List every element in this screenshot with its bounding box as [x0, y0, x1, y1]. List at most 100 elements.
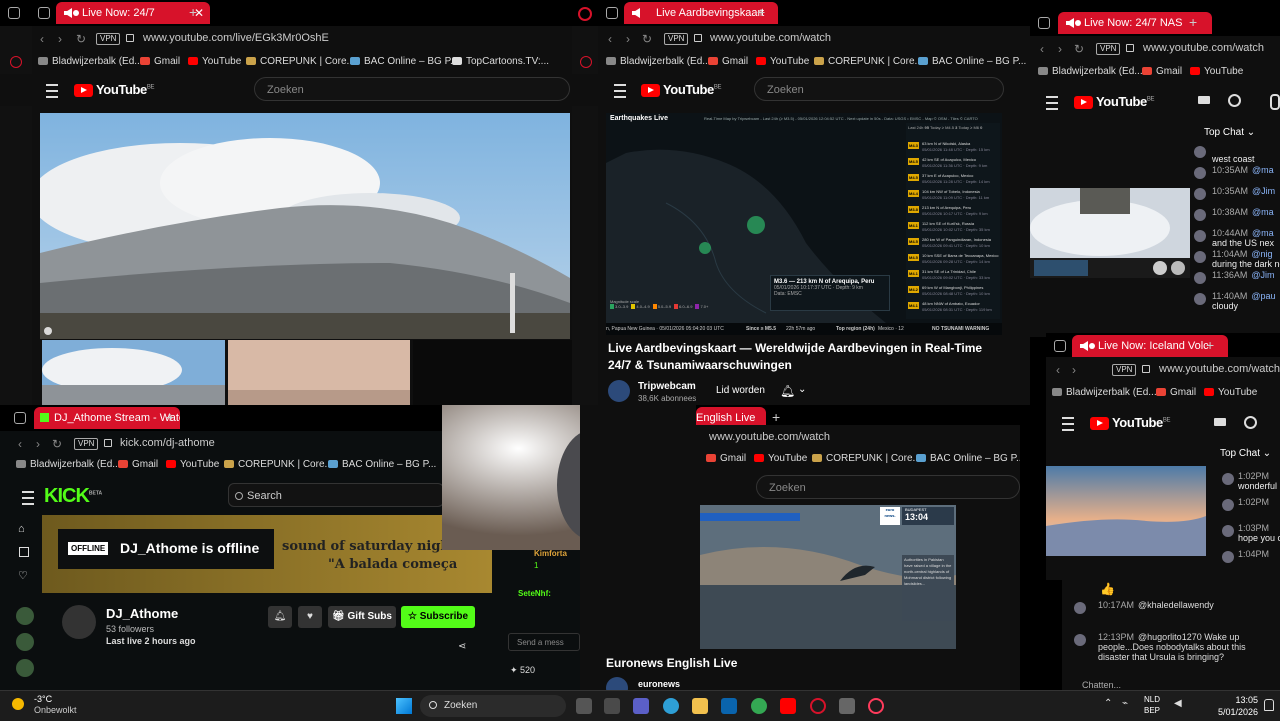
tabs-icon[interactable] — [38, 7, 50, 19]
etna-video[interactable] — [40, 113, 570, 339]
bookmark-1[interactable]: YouTube — [754, 453, 807, 464]
youtube-logo[interactable]: YouTubeBE — [1090, 415, 1171, 431]
notify-button[interactable]: 🔔︎ — [268, 606, 292, 628]
chat-user[interactable]: @pau — [1251, 291, 1275, 301]
notification-icon[interactable] — [1264, 699, 1274, 711]
chat-user[interactable]: @ma — [1252, 228, 1274, 238]
back-icon[interactable]: ‹ — [608, 32, 612, 46]
forward-icon[interactable]: › — [36, 437, 40, 451]
chat-avatar[interactable] — [1222, 551, 1234, 563]
chat-avatar[interactable] — [1194, 251, 1206, 263]
chat-avatar[interactable] — [1194, 293, 1206, 305]
kick-logo[interactable]: KICKBETA — [44, 485, 102, 508]
youtube-logo[interactable]: YouTubeBE — [74, 82, 155, 98]
back-icon[interactable]: ‹ — [1056, 363, 1060, 377]
chat-avatar[interactable] — [1222, 499, 1234, 511]
chevron-down-icon[interactable]: ⌄ — [798, 384, 806, 395]
points-value[interactable]: ✦ 520 — [510, 665, 535, 676]
tab-kick-stream[interactable]: DJ_Athome Stream - Watc — [34, 407, 180, 429]
bookmark-3[interactable]: COREPUNK | Core... — [246, 56, 355, 67]
search-icon[interactable] — [1244, 416, 1257, 429]
reload-icon[interactable]: ↻ — [52, 437, 62, 451]
quake-list-item[interactable]: M4.4 104 km NW of Tobelo, Indonesia 05/01/… — [906, 187, 1000, 203]
gift-subs-button[interactable]: 🎁︎ Gift Subs — [328, 606, 396, 628]
opera-icon[interactable] — [578, 7, 592, 21]
bookmark-2[interactable]: YouTube — [188, 56, 241, 67]
reload-icon[interactable]: ↻ — [642, 32, 652, 46]
youtube-logo[interactable]: YouTubeBE — [1074, 94, 1155, 110]
bookmark-1[interactable]: Gmail — [118, 459, 158, 470]
youtube-icon[interactable] — [780, 698, 796, 714]
browse-icon[interactable] — [19, 547, 29, 557]
window-icon[interactable] — [8, 7, 20, 19]
bookmark-1[interactable]: Gmail — [708, 56, 748, 67]
share-icon[interactable]: ⋖ — [458, 641, 466, 652]
bookmark-0[interactable]: Bladwijzerbalk (Ed... — [1052, 387, 1157, 398]
bookmark-0[interactable]: Bladwijzerbalk (Ed... — [606, 56, 711, 67]
chat-user[interactable]: @ma — [1252, 207, 1274, 217]
bookmark-3[interactable]: COREPUNK | Core... — [814, 56, 923, 67]
url-text[interactable]: www.youtube.com/watch — [1143, 42, 1264, 54]
language-indicator[interactable]: NLD BEP — [1144, 694, 1160, 716]
forward-icon[interactable]: › — [1058, 42, 1062, 56]
bookmark-0[interactable]: Gmail — [706, 453, 746, 464]
bookmark-4[interactable]: BAC Online – BG P... — [350, 56, 458, 67]
top-chat-label[interactable]: Top Chat ⌄ — [1204, 127, 1255, 138]
streamer-name[interactable]: DJ_Athome — [106, 606, 178, 621]
opera-gx-icon[interactable] — [868, 698, 884, 714]
bookmark-1[interactable]: Gmail — [1142, 66, 1182, 77]
bookmark-2[interactable]: YouTube — [1204, 387, 1257, 398]
thumbnail-2[interactable] — [228, 340, 410, 405]
taskbar-search[interactable]: Zoeken — [420, 695, 566, 717]
chrome-icon[interactable] — [751, 698, 767, 714]
quake-list-item[interactable]: M4.1 31 km SE of La Trinidad, Chile 05/01/… — [906, 267, 1000, 283]
top-chat-label[interactable]: Top Chat ⌄ — [1220, 448, 1271, 459]
bookmark-4[interactable]: BAC Online – BG P... — [918, 56, 1026, 67]
chat-avatar[interactable] — [1222, 473, 1234, 485]
tabs-icon[interactable] — [1054, 340, 1066, 352]
reload-icon[interactable]: ↻ — [1074, 42, 1084, 56]
quake-list-item[interactable]: M4.5 280 km W of Panguindiaran, Indonesia… — [906, 235, 1000, 251]
chat-avatar[interactable] — [1194, 209, 1206, 221]
tabs-icon[interactable] — [14, 412, 26, 424]
back-icon[interactable]: ‹ — [18, 437, 22, 451]
calculator-icon[interactable] — [839, 698, 855, 714]
channel-name[interactable]: Tripwebcam — [638, 381, 696, 392]
menu-icon[interactable] — [46, 84, 58, 98]
chat-user[interactable]: @Jim — [1252, 186, 1275, 196]
bookmark-0[interactable]: Bladwijzerbalk (Ed... — [38, 56, 143, 67]
earthquake-map-video[interactable]: Earthquakes Live Real-Time Map by Tripwe… — [606, 113, 1002, 335]
teams-icon[interactable] — [633, 698, 649, 714]
menu-icon[interactable] — [614, 84, 626, 98]
join-button[interactable]: Lid worden — [716, 385, 765, 396]
opera-icon[interactable] — [810, 698, 826, 714]
bookmark-2[interactable]: COREPUNK | Core... — [812, 453, 921, 464]
edge-icon[interactable] — [663, 698, 679, 714]
chat-avatar[interactable] — [1194, 146, 1206, 158]
chat-user[interactable]: @khaledellawendy — [1138, 600, 1214, 610]
chat-avatar[interactable] — [1074, 634, 1086, 646]
reload-icon[interactable]: ↻ — [76, 32, 86, 46]
vpn-badge[interactable]: VPN — [1112, 364, 1137, 376]
chat-input[interactable]: Chatten... — [1082, 680, 1121, 690]
start-button[interactable] — [396, 698, 412, 714]
bookmark-2[interactable]: YouTube — [166, 459, 219, 470]
bookmark-1[interactable]: Gmail — [140, 56, 180, 67]
chat-avatar[interactable] — [1194, 188, 1206, 200]
sidebar-icon-1[interactable] — [10, 56, 22, 68]
vpn-badge[interactable]: VPN — [1096, 43, 1121, 55]
network-icon[interactable]: ⌁ — [1122, 698, 1128, 709]
quake-list-item[interactable]: M4.5 10 km SSE of Barra de Tecoanapa, Mex… — [906, 251, 1000, 267]
keyboard-icon[interactable] — [1214, 418, 1226, 426]
tabs-icon[interactable] — [606, 7, 618, 19]
quake-list-item[interactable]: M4.2 69 km W of Mangbonji, Philippines 05/… — [906, 283, 1000, 299]
chat-avatar[interactable] — [1194, 272, 1206, 284]
url-text[interactable]: www.youtube.com/watch — [709, 431, 830, 443]
new-tab-icon[interactable]: + — [166, 409, 174, 425]
url-text[interactable]: www.youtube.com/watch — [1159, 363, 1280, 375]
search-input[interactable]: Zoeken — [756, 475, 1020, 499]
quake-marker[interactable] — [747, 216, 765, 234]
send-message-input[interactable]: Send a mess — [508, 633, 580, 651]
quake-list-item[interactable]: M4.5 37 km E of Acapulco, Mexico 05/01/202… — [906, 171, 1000, 187]
explorer-icon[interactable] — [692, 698, 708, 714]
